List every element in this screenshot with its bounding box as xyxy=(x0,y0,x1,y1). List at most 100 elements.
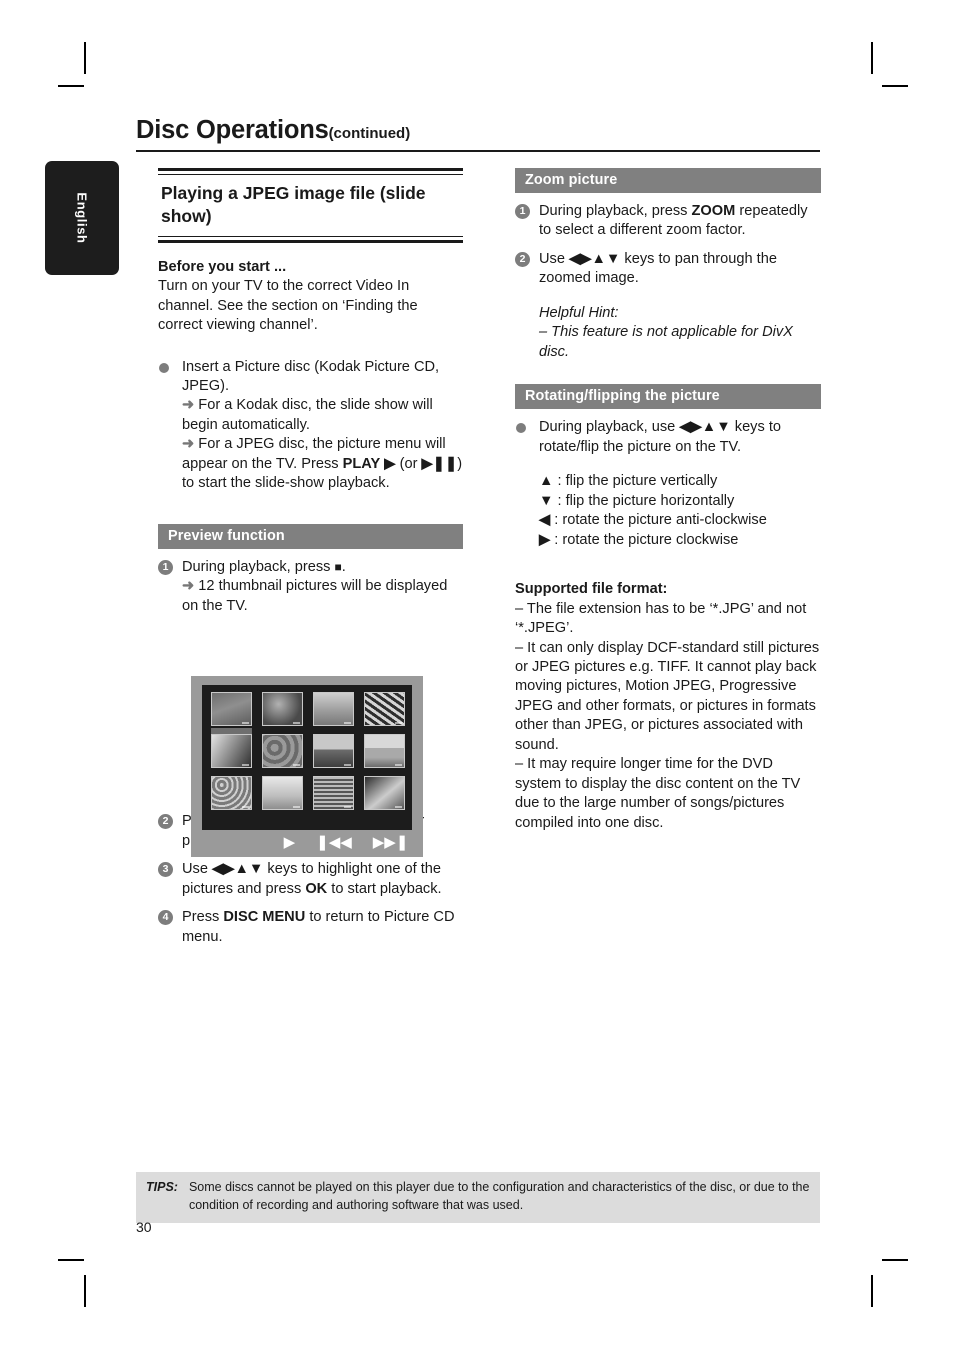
thumbnail-caption-bar xyxy=(242,764,249,766)
arrow-right-icon: ➜ xyxy=(182,578,195,595)
before-you-start-text: Turn on your TV to the correct Video In … xyxy=(158,278,418,334)
bullet-dot-icon xyxy=(516,423,526,434)
crop-mark-top-right-vertical xyxy=(871,42,873,74)
disc-menu-key-label: DISC MENU xyxy=(223,909,306,926)
nav-cluster-icon: ◀▶▲▼ xyxy=(569,250,621,267)
thumbnail-caption-bar xyxy=(293,806,300,808)
preview-step-3: 3 Use ◀▶▲▼ keys to highlight one of the … xyxy=(158,860,463,899)
rotating-key-row: ◀ : rotate the picture anti-clockwise xyxy=(539,511,821,530)
tv-screen-inner xyxy=(202,685,412,830)
preview-step-3-text: Use ◀▶▲▼ keys to highlight one of the pi… xyxy=(182,860,463,899)
rotating-key-row: ▼ : flip the picture horizontally xyxy=(539,492,821,511)
page-number: 30 xyxy=(136,1219,152,1235)
step-number-badge: 1 xyxy=(158,559,173,575)
thumbnail-item xyxy=(364,776,405,810)
stop-square-icon: ■ xyxy=(334,559,342,574)
arrow-right-key-icon: ▶ xyxy=(539,531,551,548)
thumbnail-caption-bar xyxy=(293,722,300,724)
zoom-step-2-text: Use ◀▶▲▼ keys to pan through the zoomed … xyxy=(539,250,821,289)
thumbnail-caption-bar xyxy=(395,806,402,808)
supported-heading: Supported file format: xyxy=(515,581,668,598)
thumbnail-item xyxy=(364,692,405,726)
crop-mark-top-left-vertical xyxy=(84,42,86,74)
thumbnail-item xyxy=(262,776,303,810)
section-title-jpeg: Playing a JPEG image file (slide show) xyxy=(161,182,426,227)
preview-step-1: 1 During playback, press ■. ➜ 12 thumbna… xyxy=(158,558,463,616)
rotating-key-desc: : rotate the picture anti-clockwise xyxy=(554,512,767,529)
picture-menu-screenshot: ▶ ❚◀◀ ▶▶❚ xyxy=(191,676,423,857)
crop-mark-bottom-left-horizontal xyxy=(58,1259,84,1261)
ok-key-label: OK xyxy=(305,880,328,897)
next-icon: ▶▶❚ xyxy=(372,833,409,851)
thumbnail-grid xyxy=(211,692,405,810)
zoom-step-1-text: During playback, press ZOOM repeatedly t… xyxy=(539,202,821,241)
page-title-text: Disc Operations xyxy=(136,116,329,144)
step-number-badge: 2 xyxy=(515,251,530,267)
supported-file-format-block: Supported file format: – The file extens… xyxy=(515,580,821,833)
before-you-start-block: Before you start ... Turn on your TV to … xyxy=(158,258,463,336)
preview-step-4-text: Press DISC MENU to return to Picture CD … xyxy=(182,908,463,947)
play-icon: ▶ xyxy=(283,833,296,851)
thumbnail-item xyxy=(313,776,354,810)
preview-step-4: 4 Press DISC MENU to return to Picture C… xyxy=(158,908,463,947)
supported-item: – It may require longer time for the DVD… xyxy=(515,756,801,831)
rotating-bullet-pre: During playback, use xyxy=(539,419,676,436)
crop-mark-top-left-horizontal xyxy=(58,85,84,87)
before-you-start-heading: Before you start ... xyxy=(158,258,287,275)
zoom-step-1: 1 During playback, press ZOOM repeatedly… xyxy=(515,202,821,241)
preview-function-bar: Preview function xyxy=(158,523,463,549)
thumbnail-item xyxy=(313,692,354,726)
play-key-label: PLAY xyxy=(342,455,381,472)
zoom-step-1-pre: During playback, press xyxy=(539,203,688,219)
rotating-flipping-bar: Rotating/flipping the picture xyxy=(515,384,821,410)
rotating-key-desc: : flip the picture vertically xyxy=(557,473,718,490)
crop-mark-top-right-horizontal xyxy=(882,85,908,87)
helpful-hint-heading: Helpful Hint: xyxy=(539,304,619,321)
preview-step-4-pre: Press xyxy=(182,909,220,926)
nav-cluster-icon: ◀▶▲▼ xyxy=(212,861,264,878)
thumbnail-item xyxy=(262,692,303,726)
preview-step-3-pre: Use xyxy=(182,861,208,878)
supported-item: – The file extension has to be ‘*.JPG’ a… xyxy=(515,600,807,637)
preview-step-1-arrow-text: 12 thumbnail pictures will be displayed … xyxy=(182,578,448,614)
page-title: Disc Operations(continued) xyxy=(136,116,820,145)
arrow-down-icon: ▼ xyxy=(539,492,554,509)
manual-page: Disc Operations(continued) English Playi… xyxy=(0,0,954,1347)
tips-label: TIPS: xyxy=(146,1179,178,1194)
arrow-up-icon: ▲ xyxy=(539,473,554,490)
insert-disc-arrow-2: ➜ For a JPEG disc, the picture menu will… xyxy=(182,435,463,493)
thumbnail-item xyxy=(211,776,252,810)
zoom-picture-bar: Zoom picture xyxy=(515,168,821,193)
step-number-badge: 1 xyxy=(515,204,530,219)
rotating-key-row: ▲ : flip the picture vertically xyxy=(539,472,821,491)
crop-mark-bottom-right-vertical xyxy=(871,1275,873,1307)
rotating-bullet-text: During playback, use ◀▶▲▼ keys to rotate… xyxy=(539,418,821,457)
rotating-bullet: During playback, use ◀▶▲▼ keys to rotate… xyxy=(515,418,821,457)
preview-step-1-arrow: ➜ 12 thumbnail pictures will be displaye… xyxy=(182,577,463,616)
thumbnail-caption-bar xyxy=(242,722,249,724)
thumbnail-caption-bar xyxy=(344,806,351,808)
thumbnail-caption-bar xyxy=(242,806,249,808)
insert-disc-text: Insert a Picture disc (Kodak Picture CD,… xyxy=(182,358,440,394)
language-tab: English xyxy=(45,161,119,275)
insert-disc-tail-1: (or xyxy=(399,455,418,472)
thumbnail-caption-bar xyxy=(344,764,351,766)
supported-item: – It can only display DCF-standard still… xyxy=(515,639,820,753)
zoom-key-label: ZOOM xyxy=(691,203,736,219)
tips-text: Some discs cannot be played on this play… xyxy=(188,1180,810,1212)
title-divider xyxy=(136,150,820,152)
thumbnail-caption-bar xyxy=(395,722,402,724)
previous-icon: ❚◀◀ xyxy=(316,833,352,851)
preview-step-1-text: During playback, press ■. xyxy=(182,558,463,577)
helpful-hint-text: – This feature is not applicable for Div… xyxy=(539,324,793,360)
tips-footer: TIPS: Some discs cannot be played on thi… xyxy=(136,1172,820,1223)
page-title-continued: (continued) xyxy=(328,125,411,142)
thumbnail-caption-bar xyxy=(395,764,402,766)
right-column: Zoom picture 1 During playback, press ZO… xyxy=(515,168,821,833)
zoom-step-2: 2 Use ◀▶▲▼ keys to pan through the zoome… xyxy=(515,250,821,289)
thumbnail-item xyxy=(211,692,252,726)
thumbnail-item xyxy=(211,734,252,768)
thumbnail-item xyxy=(262,734,303,768)
rotating-key-list: ▲ : flip the picture vertically ▼ : flip… xyxy=(515,472,821,550)
bullet-dot-icon xyxy=(159,362,169,373)
